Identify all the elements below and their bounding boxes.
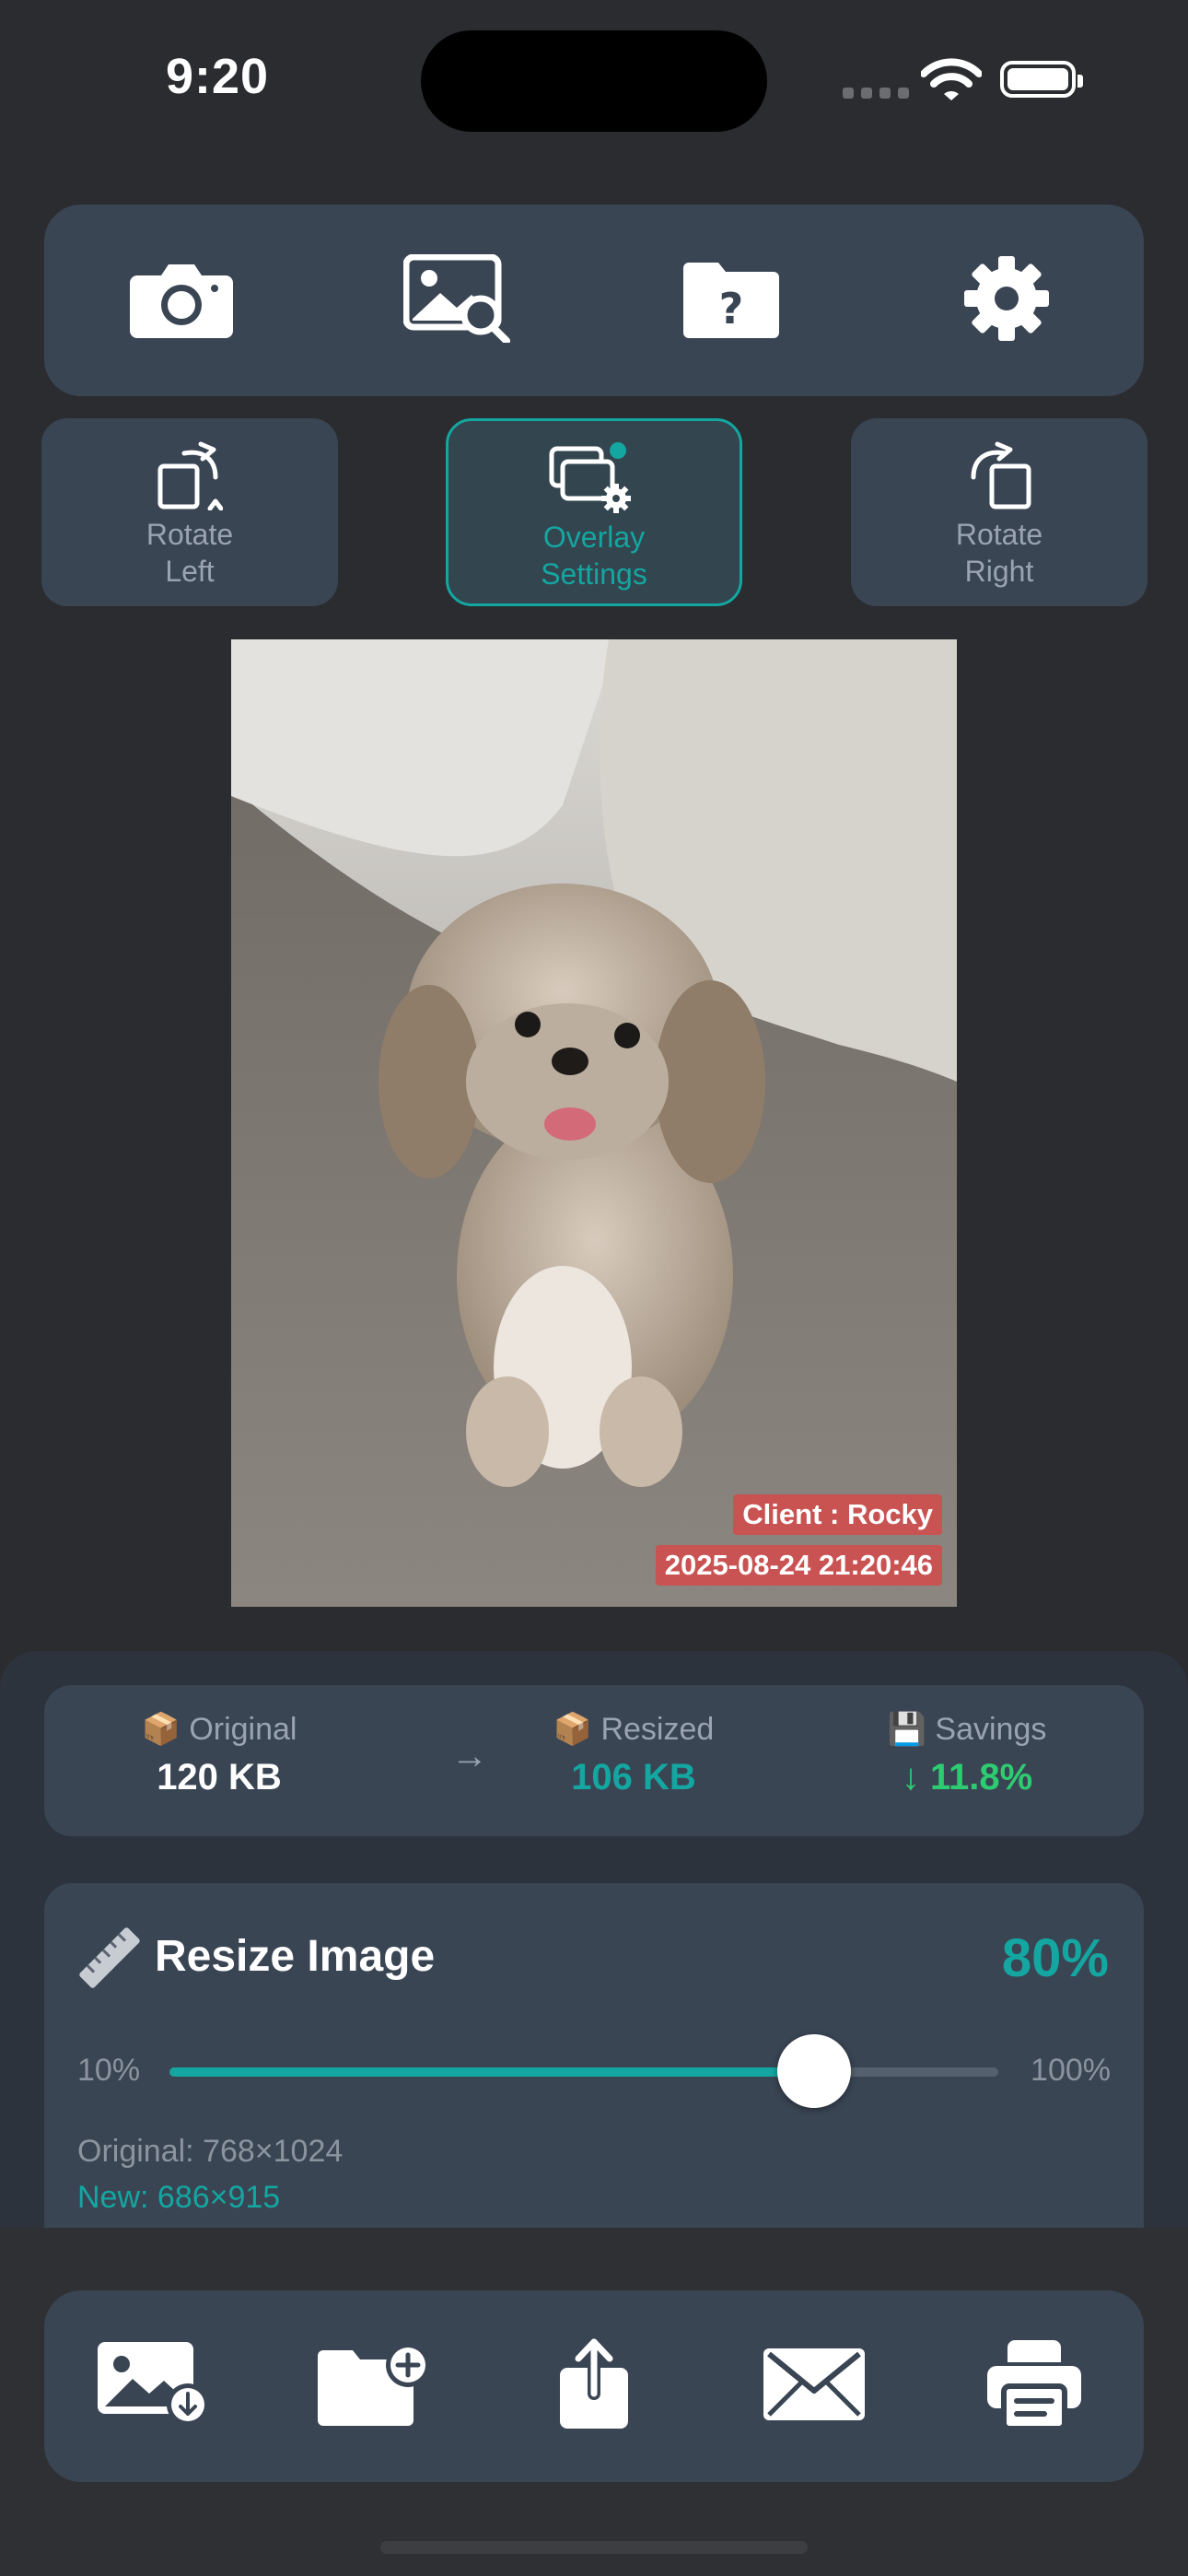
resize-title: Resize Image [155,1932,436,1981]
resize-slider[interactable] [169,2034,998,2108]
overlay-settings-button[interactable]: Overlay Settings [446,418,742,606]
camera-icon [130,259,234,343]
stat-original: 📦 Original 120 KB [81,1711,357,1798]
resize-percent: 80% [1001,1928,1109,1988]
rotate-right-label-2: Right [964,555,1034,588]
stat-savings: 💾 Savings ↓ 11.8% [829,1711,1105,1798]
share-icon [556,2335,632,2435]
svg-text:?: ? [719,284,744,334]
original-value: 120 KB [157,1757,282,1797]
image-search-icon [402,253,510,347]
rotate-left-label-2: Left [165,555,215,588]
resized-label: Resized [600,1712,715,1747]
mail-icon [763,2348,865,2425]
overlay-label-2: Settings [541,557,647,591]
resize-card: Resize Image 80% 10% 100% Original: 768×… [44,1883,1144,2270]
bottom-toolbar [44,2290,1144,2482]
image-search-button[interactable] [397,240,517,360]
rotate-right-label-1: Rotate [955,518,1043,551]
resized-emoji-icon: 📦 [553,1712,593,1747]
save-image-icon [98,2341,210,2431]
help-folder-button[interactable]: ? [671,240,791,360]
slider-max-label: 100% [1031,2053,1111,2088]
cellular-signal-icon [843,87,916,103]
overlay-settings-icon [548,438,640,519]
savings-label: Savings [935,1712,1047,1747]
overlay-label-1: Overlay [542,521,646,554]
photo-preview: Client : Rocky 2025-08-24 21:20:46 [231,639,957,1607]
share-button[interactable] [534,2326,654,2446]
rotate-right-button[interactable]: Rotate Right [851,418,1147,606]
stat-resized: 📦 Resized 106 KB [495,1711,772,1798]
slider-thumb[interactable] [777,2034,851,2108]
resized-value: 106 KB [571,1757,696,1797]
overlay-client-label: Client : Rocky [733,1494,942,1535]
slider-min-label: 10% [77,2053,141,2088]
battery-icon [1000,61,1083,98]
camera-button[interactable] [122,240,241,360]
folder-help-icon: ? [683,259,780,343]
save-to-photos-button[interactable] [94,2326,214,2446]
ruler-icon [79,1927,140,1993]
original-emoji-icon: 📦 [141,1712,181,1747]
wifi-icon [920,57,983,106]
overlay-timestamp-label: 2025-08-24 21:20:46 [655,1545,942,1586]
dynamic-island [421,30,767,132]
status-time: 9:20 [166,49,270,104]
home-indicator[interactable] [380,2541,808,2554]
arrow-right-icon: → [451,1736,488,1776]
rotate-left-button[interactable]: Rotate Left [41,418,338,606]
savings-value: ↓ 11.8% [901,1757,1033,1797]
rotate-left-label-1: Rotate [146,518,234,551]
original-label: Original [189,1712,297,1747]
settings-button[interactable] [947,240,1066,360]
original-dimensions: Original: 768×1024 [77,2134,344,2169]
savings-emoji-icon: 💾 [887,1712,926,1747]
new-folder-icon [318,2342,431,2430]
rotate-right-icon [966,435,1032,516]
dog-photo [231,639,957,1607]
print-icon [986,2339,1081,2433]
top-toolbar: ? [44,205,1144,396]
size-stats-card: 📦 Original 120 KB → 📦 Resized 106 KB 💾 S… [44,1685,1144,1836]
status-bar: 9:20 [0,0,1188,166]
slider-fill [169,2067,814,2077]
print-button[interactable] [974,2326,1094,2446]
save-to-folder-button[interactable] [314,2326,434,2446]
rotate-left-icon [157,435,223,516]
email-button[interactable] [754,2326,874,2446]
new-dimensions: New: 686×915 [77,2180,281,2215]
gear-icon [962,254,1051,347]
